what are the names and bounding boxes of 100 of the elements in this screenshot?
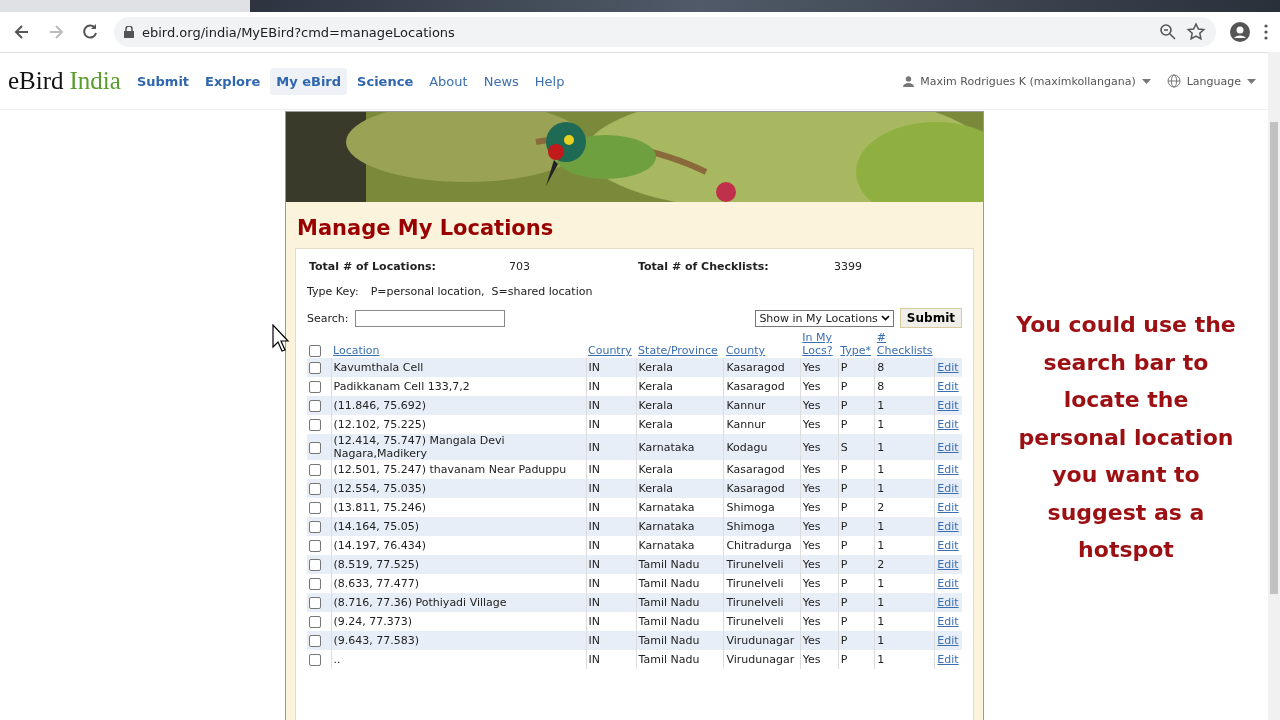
row-checkbox[interactable] <box>309 502 321 514</box>
table-cell: P <box>840 418 848 431</box>
table-cell: Kerala <box>638 361 674 374</box>
column-header[interactable]: Country <box>588 344 635 357</box>
column-header[interactable]: County <box>725 344 799 357</box>
table-cell: 8 <box>877 380 885 393</box>
table-cell: Kasaragod <box>726 463 785 476</box>
column-header[interactable]: Type* <box>840 344 873 357</box>
caret-icon <box>1141 78 1151 84</box>
table-cell: 1 <box>877 520 885 533</box>
row-checkbox[interactable] <box>309 616 321 628</box>
row-checkbox[interactable] <box>309 521 321 533</box>
row-checkbox[interactable] <box>309 419 321 431</box>
page-title: Manage My Locations <box>296 215 555 242</box>
row-checkbox[interactable] <box>309 464 321 476</box>
table-cell: Karnataka <box>638 501 695 514</box>
nav-link[interactable]: About <box>423 67 474 95</box>
row-checkbox[interactable] <box>309 559 321 571</box>
edit-link[interactable]: Edit <box>937 501 959 514</box>
total-value: 703 <box>509 259 531 273</box>
user-icon <box>903 75 915 87</box>
edit-link[interactable]: Edit <box>937 539 959 552</box>
edit-link[interactable]: Edit <box>937 418 959 431</box>
table-cell: P <box>840 463 848 476</box>
nav-link[interactable]: News <box>477 67 525 95</box>
nav-link[interactable]: My eBird <box>270 67 348 95</box>
column-header[interactable]: In My Locs? <box>802 331 837 357</box>
row-checkbox[interactable] <box>309 362 321 374</box>
scrollbar-thumb[interactable] <box>1270 122 1278 594</box>
nav-link[interactable]: Submit <box>130 67 196 95</box>
table-cell: Tamil Nadu <box>638 577 700 590</box>
table-cell: (12.554, 75.035) <box>333 482 427 495</box>
column-header[interactable]: State/Province <box>638 344 722 357</box>
table-cell: .. <box>333 653 341 666</box>
table-cell: (8.716, 77.36) Pothiyadi Village <box>333 596 507 609</box>
table-cell: Tamil Nadu <box>638 596 700 609</box>
nav-link[interactable]: Explore <box>199 67 267 95</box>
row-checkbox[interactable] <box>309 441 321 454</box>
caption-text: You could use the search bar to locate the personal location you want to suggest as a hotspot <box>1016 311 1236 564</box>
search-label: Search: <box>307 311 349 325</box>
table-cell: IN <box>588 482 600 495</box>
zoom-out-icon[interactable] <box>1158 22 1178 42</box>
row-checkbox[interactable] <box>309 597 321 609</box>
row-checkbox[interactable] <box>309 483 321 495</box>
edit-link[interactable]: Edit <box>937 380 959 393</box>
address-bar[interactable]: ebird.org/india/MyEBird?cmd=manageLocations <box>114 17 1216 47</box>
table-cell: Yes <box>802 440 821 454</box>
row-checkbox[interactable] <box>309 578 321 590</box>
row-checkbox[interactable] <box>309 381 321 393</box>
edit-link[interactable]: Edit <box>937 615 959 628</box>
search-field[interactable] <box>354 309 505 327</box>
column-header[interactable]: Location <box>333 344 584 357</box>
edit-link[interactable]: Edit <box>937 577 959 590</box>
row-checkbox[interactable] <box>309 635 321 647</box>
table-cell: Yes <box>802 463 821 476</box>
table-cell: Kerala <box>638 380 674 393</box>
table-cell: 1 <box>877 615 885 628</box>
table-cell: Tamil Nadu <box>638 653 700 666</box>
star-icon[interactable] <box>1186 22 1206 42</box>
table-cell: 1 <box>877 399 885 412</box>
table-cell: P <box>840 653 848 666</box>
language-menu[interactable]: Language <box>1186 74 1241 88</box>
table-cell: Tamil Nadu <box>638 558 700 571</box>
table-cell: Karnataka <box>638 520 695 533</box>
table-cell: IN <box>588 634 600 647</box>
site-logo[interactable]: eBird India <box>8 67 121 95</box>
row-checkbox[interactable] <box>309 654 321 666</box>
table-cell: Yes <box>802 482 821 495</box>
menu-icon[interactable] <box>1264 24 1268 40</box>
user-menu[interactable]: Maxim Rodrigues K (maximkollangana) <box>920 74 1136 88</box>
table-cell: 1 <box>877 418 885 431</box>
column-header[interactable]: # Checklists <box>876 331 933 357</box>
table-cell: P <box>840 539 848 552</box>
nav-link[interactable]: Help <box>528 67 571 95</box>
table-cell: Kavumthala Cell <box>333 361 424 374</box>
table-cell: Shimoga <box>726 520 775 533</box>
table-cell: P <box>840 634 848 647</box>
table-cell: IN <box>588 539 600 552</box>
table-cell: Yes <box>802 634 821 647</box>
row-checkbox[interactable] <box>309 400 321 412</box>
table-cell: IN <box>588 615 600 628</box>
edit-link[interactable]: Edit <box>937 463 959 476</box>
table-cell: (8.633, 77.477) <box>333 577 420 590</box>
nav-link[interactable]: Science <box>351 67 420 95</box>
profile-icon[interactable] <box>1230 22 1250 42</box>
table-cell: IN <box>588 440 600 454</box>
table-cell: Virudunagar <box>726 634 795 647</box>
total-label: Total # of Checklists: <box>638 259 770 273</box>
table-cell: IN <box>588 361 600 374</box>
row-checkbox[interactable] <box>309 540 321 552</box>
edit-link[interactable]: Edit <box>937 653 959 666</box>
table-cell: Karnataka <box>638 440 695 454</box>
table-cell: 1 <box>877 539 885 552</box>
action-dropdown[interactable]: Show in My Locations <box>755 309 894 327</box>
select-all-checkbox[interactable] <box>309 345 321 357</box>
reload-icon[interactable] <box>80 22 100 42</box>
table-cell: P <box>840 558 848 571</box>
submit-button[interactable]: Submit <box>899 308 962 328</box>
table-cell: Tirunelveli <box>726 615 784 628</box>
table-cell: Yes <box>802 577 821 590</box>
